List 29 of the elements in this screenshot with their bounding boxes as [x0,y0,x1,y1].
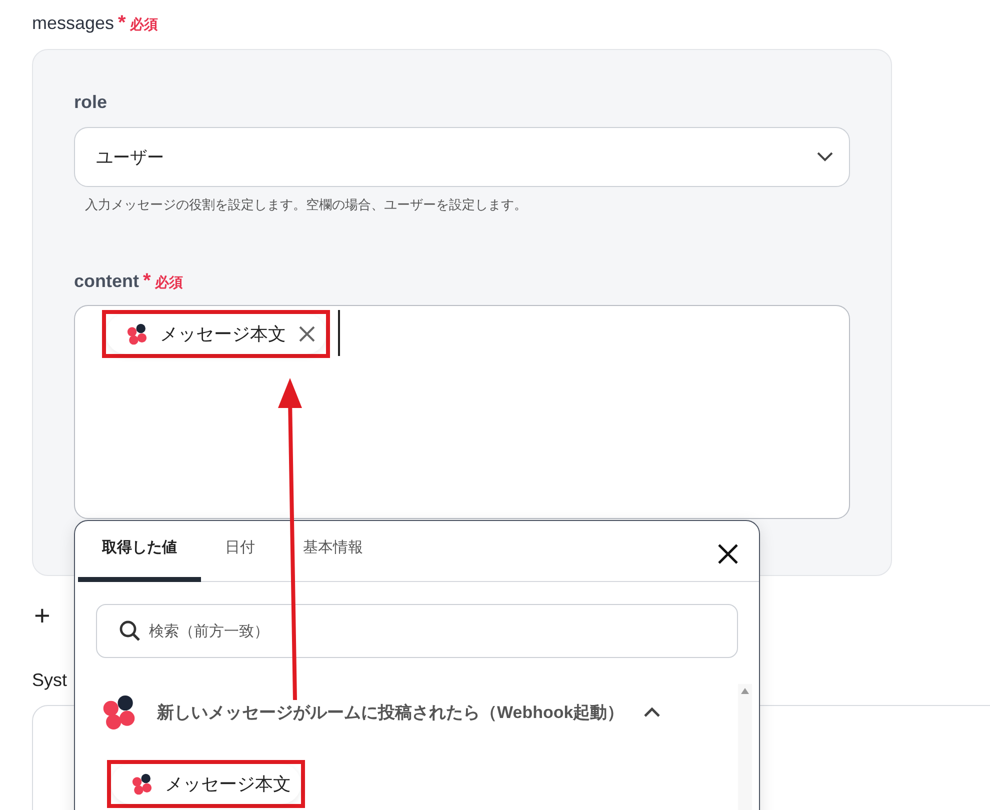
field-hint: 入力メッセージの役割を設定します。空欄の場合、ユーザーを設定します。 [85,196,528,214]
required-asterisk: * [118,12,126,35]
chevron-down-icon [817,152,833,162]
search-field[interactable]: 検索（前方一致） [96,604,738,658]
scroll-up-icon [741,688,749,694]
variable-chip[interactable]: メッセージ本文 [106,314,326,354]
scrollbar[interactable] [738,684,752,810]
text-cursor [338,310,340,356]
group-header[interactable]: 新しいメッセージがルームに投稿されたら（Webhook起動） [75,684,660,730]
variable-chip[interactable]: メッセージ本文 [111,764,301,804]
app-logo-icon [131,773,153,795]
required-label: 必須 [154,274,183,292]
app-logo-icon [126,323,148,345]
app-logo-icon [101,694,137,730]
field-label: content [74,271,139,292]
search-icon [119,620,141,642]
tab[interactable]: 日付 [201,538,279,582]
required-label: 必須 [130,16,158,34]
field-label: role [74,92,108,113]
field-label: Syst [32,670,68,691]
close-icon[interactable] [717,543,739,565]
chevron-up-icon [644,707,660,717]
add-button[interactable]: + [34,600,50,632]
tab[interactable]: 基本情報 [279,538,387,582]
content-field[interactable]: メッセージ本文 [74,305,850,519]
role-select[interactable]: ユーザー [74,127,850,187]
required-asterisk: * [143,270,151,293]
field-label: messages [32,13,114,34]
tab[interactable]: 取得した値 [78,538,201,582]
